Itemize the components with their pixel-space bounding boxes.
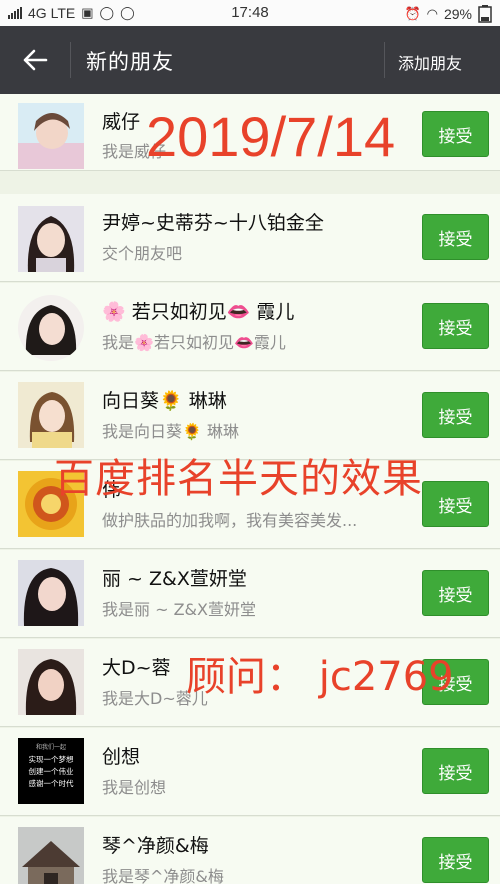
request-message: 我是向日葵🌻 琳琳 bbox=[102, 418, 420, 442]
nickname: 🌸 若只如初见👄 霞儿 bbox=[102, 297, 294, 324]
list-item[interactable]: 🌸 若只如初见👄 霞儿 我是🌸若只如初见👄霞儿 接受 bbox=[0, 283, 500, 371]
request-message: 我是创想 bbox=[102, 778, 167, 797]
flower-emoji: 🌸 bbox=[102, 301, 126, 323]
action-divider bbox=[384, 42, 385, 78]
request-message: 我是琴^净颜&梅 bbox=[102, 867, 224, 884]
list-item[interactable]: 伟 做护肤品的加我啊，我有美容美发... 接受 bbox=[0, 461, 500, 549]
nickname-text: 琳琳 bbox=[182, 390, 227, 412]
list-item[interactable]: 和我们一起 实现一个梦想 创建一个伟业 感谢一个时代 创想 我是创想 接受 bbox=[0, 728, 500, 816]
avatar bbox=[18, 827, 84, 884]
nickname: 尹婷~史蒂芬~十八铂金全 bbox=[102, 212, 324, 234]
avatar bbox=[18, 206, 84, 272]
message-text: 我是向日葵 bbox=[102, 422, 183, 441]
nickname: 琴^净颜&梅 bbox=[102, 835, 209, 857]
alarm-icon: ⏰ bbox=[404, 6, 421, 21]
title-bar: 新的朋友 添加朋友 bbox=[0, 26, 500, 94]
accept-button[interactable]: 接受 bbox=[422, 659, 489, 705]
avatar-caption: 实现一个梦想 bbox=[28, 755, 74, 764]
avatar-caption: 和我们一起 bbox=[35, 744, 66, 751]
accept-button[interactable]: 接受 bbox=[422, 748, 489, 794]
nickname: 伟 bbox=[102, 479, 122, 501]
avatar bbox=[18, 295, 84, 361]
avatar-caption: 感谢一个时代 bbox=[28, 779, 74, 788]
nickname: 威仔 bbox=[102, 111, 141, 133]
message-text: 琳琳 bbox=[201, 422, 240, 441]
friend-request-list: 威仔 我是威仔 接受 尹婷~史蒂芬~十八铂金全 交个朋友吧 接受 🌸 若只如初见… bbox=[0, 94, 500, 884]
accept-button[interactable]: 接受 bbox=[422, 570, 489, 616]
battery-level: 29% bbox=[443, 6, 472, 22]
nickname: 大D~蓉 bbox=[102, 657, 171, 679]
avatar bbox=[18, 382, 84, 448]
accept-button[interactable]: 接受 bbox=[422, 303, 489, 349]
accept-button[interactable]: 接受 bbox=[422, 481, 489, 527]
lips-emoji: 👄 bbox=[226, 301, 251, 323]
nickname: 丽 ~ Z&X萱妍堂 bbox=[102, 568, 247, 590]
avatar: 和我们一起 实现一个梦想 创建一个伟业 感谢一个时代 bbox=[18, 738, 84, 804]
nickname: 向日葵🌻 琳琳 bbox=[102, 386, 227, 413]
list-item[interactable]: 大D~蓉 我是大D~蓉儿 接受 bbox=[0, 639, 500, 727]
nickname-text: 若只如初见 bbox=[125, 301, 227, 323]
battery-icon bbox=[478, 5, 492, 23]
request-message: 我是丽 ~ Z&X萱妍堂 bbox=[102, 600, 256, 619]
nickname-text: 霞儿 bbox=[250, 301, 295, 323]
avatar-caption: 创建一个伟业 bbox=[28, 767, 74, 776]
list-item[interactable]: 尹婷~史蒂芬~十八铂金全 交个朋友吧 接受 bbox=[0, 194, 500, 282]
lips-emoji: 👄 bbox=[233, 333, 254, 352]
accept-button[interactable]: 接受 bbox=[422, 111, 489, 157]
avatar bbox=[18, 560, 84, 626]
message-text: 霞儿 bbox=[253, 333, 286, 352]
request-message: 交个朋友吧 bbox=[102, 244, 183, 263]
request-message: 我是🌸若只如初见👄霞儿 bbox=[102, 329, 420, 353]
wifi-icon: ◠ bbox=[426, 6, 438, 21]
accept-button[interactable]: 接受 bbox=[422, 392, 489, 438]
avatar bbox=[18, 103, 84, 169]
back-button[interactable] bbox=[0, 26, 70, 94]
sunflower-emoji: 🌻 bbox=[182, 422, 202, 441]
nickname: 创想 bbox=[102, 746, 141, 768]
list-item[interactable]: 向日葵🌻 琳琳 我是向日葵🌻 琳琳 接受 bbox=[0, 372, 500, 460]
accept-button[interactable]: 接受 bbox=[422, 837, 489, 883]
accept-button[interactable]: 接受 bbox=[422, 214, 489, 260]
list-item[interactable]: 威仔 我是威仔 接受 bbox=[0, 94, 500, 171]
message-text: 若只如初见 bbox=[153, 333, 234, 352]
page-title: 新的朋友 bbox=[86, 50, 174, 74]
status-bar: 4G LTE ▣ ◯ ◯ 17:48 ⏰ ◠ 29% bbox=[0, 0, 500, 26]
request-message: 做护肤品的加我啊，我有美容美发... bbox=[102, 511, 358, 530]
flower-emoji: 🌸 bbox=[134, 333, 154, 352]
avatar bbox=[18, 649, 84, 715]
list-item[interactable]: 琴^净颜&梅 我是琴^净颜&梅 接受 bbox=[0, 817, 500, 884]
title-divider bbox=[70, 42, 71, 78]
list-item[interactable]: 丽 ~ Z&X萱妍堂 我是丽 ~ Z&X萱妍堂 接受 bbox=[0, 550, 500, 638]
message-text: 我是 bbox=[102, 333, 135, 352]
sunflower-emoji: 🌻 bbox=[159, 390, 183, 412]
avatar bbox=[18, 471, 84, 537]
nickname-text: 向日葵 bbox=[102, 390, 160, 412]
request-message: 我是大D~蓉儿 bbox=[102, 689, 208, 708]
back-arrow-icon bbox=[23, 49, 48, 71]
add-friend-button[interactable]: 添加朋友 bbox=[398, 50, 462, 74]
request-message: 我是威仔 bbox=[102, 142, 167, 161]
